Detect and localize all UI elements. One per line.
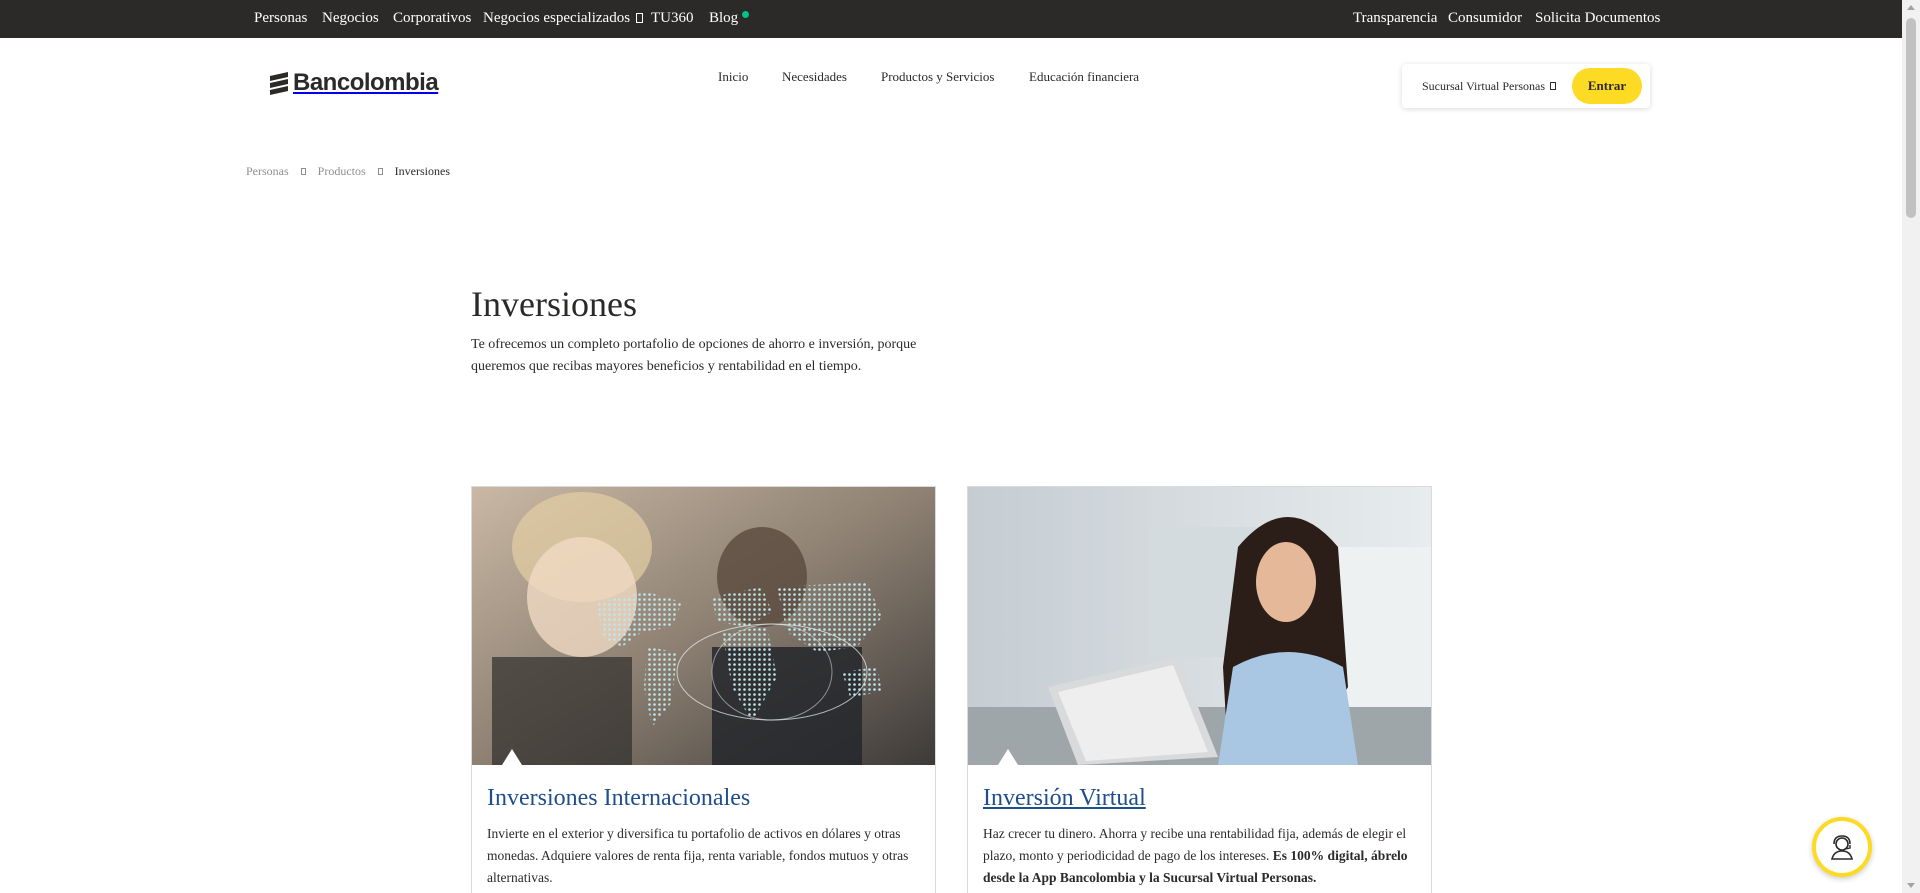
- card-image-world-map: [472, 487, 935, 765]
- nav-inicio[interactable]: Inicio: [718, 69, 748, 85]
- topbar-link-blog[interactable]: Blog: [709, 9, 738, 27]
- topbar-link-consumidor[interactable]: Consumidor: [1448, 9, 1522, 27]
- topbar-link-negocios-especializados[interactable]: Negocios especializados: [483, 9, 644, 27]
- product-card-inversiones-internacionales[interactable]: Inversiones Internacionales Invierte en …: [471, 486, 936, 893]
- card-title[interactable]: Inversión Virtual: [983, 785, 1146, 812]
- branch-select-value: Sucursal Virtual Personas: [1422, 79, 1546, 93]
- chevron-down-icon: [636, 13, 644, 23]
- breadcrumb-personas[interactable]: Personas: [246, 164, 289, 179]
- scroll-down-arrow-icon[interactable]: [1907, 883, 1915, 888]
- chevron-right-icon: [377, 168, 383, 175]
- chevron-down-icon: [1550, 82, 1557, 90]
- card-title[interactable]: Inversiones Internacionales: [487, 785, 750, 812]
- login-widget: Sucursal Virtual Personas Entrar: [1402, 64, 1650, 108]
- entrar-button[interactable]: Entrar: [1572, 68, 1642, 104]
- page-scrollbar[interactable]: [1902, 0, 1920, 893]
- nav-productos-y-servicios[interactable]: Productos y Servicios: [881, 69, 994, 85]
- new-indicator-dot: [742, 11, 749, 18]
- top-utility-bar: Personas Negocios Corporativos Negocios …: [0, 0, 1902, 38]
- page-description: Te ofrecemos un completo portafolio de o…: [471, 337, 917, 374]
- topbar-link-solicita-documentos[interactable]: Solicita Documentos: [1535, 9, 1660, 27]
- card-description: Invierte en el exterior y diversifica tu…: [487, 826, 909, 885]
- help-chat-button[interactable]: [1812, 817, 1872, 877]
- card-image-woman-laptop: [968, 487, 1431, 765]
- breadcrumb-productos[interactable]: Productos: [318, 164, 366, 179]
- nav-necesidades[interactable]: Necesidades: [782, 69, 847, 85]
- topbar-link-personas[interactable]: Personas: [254, 9, 307, 27]
- card-description: Haz crecer tu dinero. Ahorra y recibe un…: [983, 823, 1423, 889]
- topbar-link-corporativos[interactable]: Corporativos: [393, 9, 471, 27]
- chevron-right-icon: [300, 168, 306, 175]
- breadcrumb: Personas Productos Inversiones: [246, 164, 450, 179]
- logo-text: Bancolombia: [293, 69, 439, 96]
- topbar-link-negocios[interactable]: Negocios: [322, 9, 379, 27]
- topbar-link-label: Negocios especializados: [483, 10, 631, 26]
- bancolombia-logo-icon: [270, 72, 288, 95]
- product-card-inversion-virtual[interactable]: Inversión Virtual Haz crecer tu dinero. …: [967, 486, 1432, 893]
- bancolombia-logo[interactable]: Bancolombia: [268, 69, 439, 96]
- page-title: Inversiones: [471, 284, 637, 324]
- breadcrumb-current: Inversiones: [394, 164, 450, 178]
- agent-headset-icon: [1830, 835, 1854, 860]
- scroll-up-arrow-icon[interactable]: [1907, 5, 1915, 10]
- scroll-thumb[interactable]: [1906, 18, 1916, 218]
- branch-select[interactable]: Sucursal Virtual Personas: [1422, 79, 1557, 94]
- nav-educacion-financiera[interactable]: Educación financiera: [1029, 69, 1139, 85]
- topbar-link-transparencia[interactable]: Transparencia: [1353, 9, 1437, 27]
- topbar-link-tu360[interactable]: TU360: [651, 9, 694, 27]
